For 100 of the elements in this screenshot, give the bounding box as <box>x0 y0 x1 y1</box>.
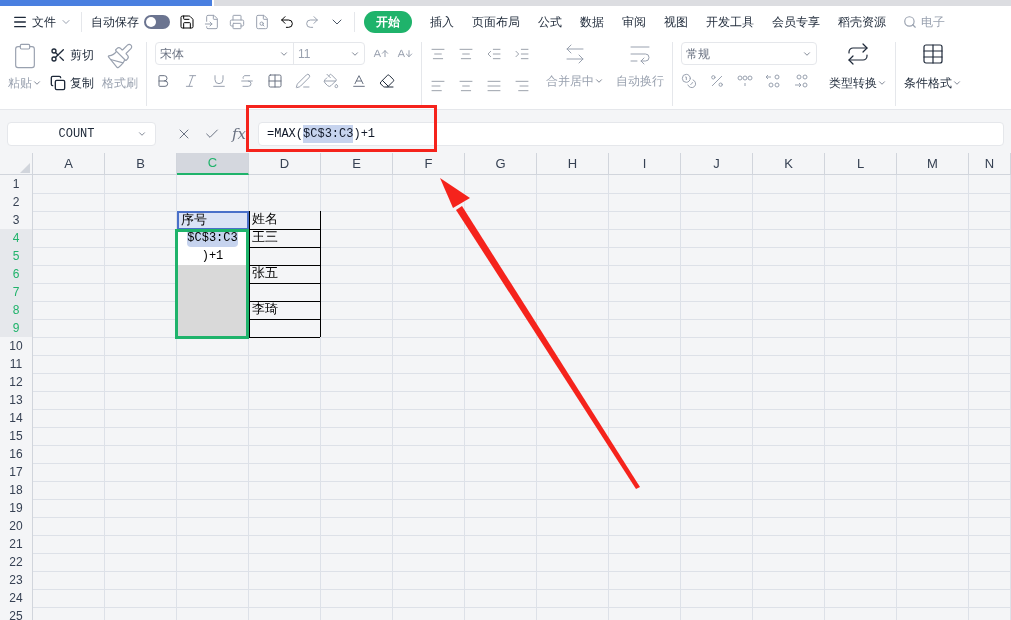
name-box[interactable]: COUNT <box>7 122 156 146</box>
ribbon-tab[interactable]: 审阅 <box>622 11 646 33</box>
grid-cell <box>321 193 393 212</box>
grid-cell <box>537 301 609 320</box>
ribbon-tab[interactable]: 公式 <box>538 11 562 33</box>
currency-icon[interactable] <box>681 73 697 89</box>
grid-cell <box>33 319 105 338</box>
column-header[interactable]: K <box>753 153 825 175</box>
percent-icon[interactable] <box>709 73 725 89</box>
strikethrough-icon[interactable] <box>239 73 255 89</box>
borders-icon[interactable] <box>267 73 283 89</box>
export-icon[interactable] <box>204 14 220 30</box>
grid-cell <box>249 337 321 356</box>
cut-button[interactable]: 剪切 <box>50 46 94 64</box>
grid-cell <box>465 175 537 194</box>
align-top-icon[interactable] <box>430 46 446 62</box>
autosave-label: 自动保存 <box>91 14 139 31</box>
grid-cell <box>105 337 177 356</box>
column-header[interactable]: A <box>33 153 105 175</box>
column-header[interactable]: L <box>825 153 897 175</box>
decrease-decimal-icon[interactable] <box>793 73 809 89</box>
grid-cell <box>537 445 609 464</box>
grid-cell <box>465 337 537 356</box>
fill-color-icon[interactable] <box>323 73 339 89</box>
save-icon[interactable] <box>179 14 195 30</box>
indent-decrease-icon[interactable] <box>486 46 502 62</box>
insert-function-button[interactable]: fx <box>232 122 246 146</box>
bold-icon[interactable] <box>155 73 171 89</box>
undo-icon[interactable] <box>279 14 295 30</box>
indent-increase-icon[interactable] <box>514 46 530 62</box>
underline-icon[interactable] <box>211 73 227 89</box>
grid-cell <box>33 589 105 608</box>
table-cell: 王三 <box>249 229 321 248</box>
row-header[interactable]: 25 <box>0 607 33 620</box>
column-header[interactable]: M <box>897 153 969 175</box>
ribbon-tab[interactable]: 稻壳资源 <box>838 11 886 33</box>
ribbon-tab[interactable]: 视图 <box>664 11 688 33</box>
grid-cell <box>33 535 105 554</box>
ribbon-tab[interactable]: 数据 <box>580 11 604 33</box>
table-cell: 张五 <box>249 265 321 284</box>
column-header[interactable]: D <box>249 153 321 175</box>
file-label: 文件 <box>32 14 56 31</box>
align-left-icon[interactable] <box>430 78 446 94</box>
caret-icon <box>32 78 42 88</box>
redo-icon[interactable] <box>304 14 320 30</box>
column-header[interactable]: G <box>465 153 537 175</box>
table-cell: 李琦 <box>249 301 321 320</box>
brush-icon <box>106 42 134 70</box>
grid-cell <box>609 175 681 194</box>
grid-cell <box>321 301 393 320</box>
caret-icon <box>952 78 962 88</box>
search-icon <box>903 15 917 29</box>
print-icon[interactable] <box>229 14 245 30</box>
italic-icon[interactable] <box>183 73 199 89</box>
grid-cell <box>33 463 105 482</box>
grid-cell <box>753 175 825 194</box>
grid-cell <box>33 175 105 194</box>
column-header[interactable]: F <box>393 153 465 175</box>
thousands-icon[interactable] <box>737 73 753 89</box>
conditional-format-button[interactable]: 条件格式 <box>904 42 962 92</box>
table-cell: 姓名 <box>249 211 321 230</box>
column-header[interactable]: J <box>681 153 753 175</box>
grid-cell <box>33 265 105 284</box>
align-middle-icon[interactable] <box>458 46 474 62</box>
file-menu[interactable]: 文件 <box>12 13 72 31</box>
pen-icon[interactable] <box>295 73 311 89</box>
grid-cell <box>321 283 393 302</box>
ribbon-tab[interactable]: 会员专享 <box>772 11 820 33</box>
grid-cell <box>33 193 105 212</box>
distribute-icon[interactable] <box>514 78 530 94</box>
grid-cell <box>33 391 105 410</box>
grid-cell <box>105 193 177 212</box>
copy-button[interactable]: 复制 <box>50 74 94 92</box>
copy-icon <box>50 75 66 91</box>
grid-cell <box>321 211 393 230</box>
font-color-icon[interactable] <box>351 73 367 89</box>
ribbon-tab[interactable]: 页面布局 <box>472 11 520 33</box>
column-header[interactable]: N <box>969 153 1011 175</box>
justify-icon[interactable] <box>486 78 502 94</box>
column-header[interactable]: E <box>321 153 393 175</box>
grid-cell <box>33 229 105 248</box>
type-convert-button[interactable]: 类型转换 <box>829 42 887 92</box>
ribbon-tab[interactable]: 开发工具 <box>706 11 754 33</box>
align-center-icon[interactable] <box>458 78 474 94</box>
grid-cell <box>33 517 105 536</box>
number-format-field[interactable]: 常规 <box>681 42 817 65</box>
grid-cell <box>681 175 753 194</box>
caret-icon <box>594 76 604 86</box>
formula-field[interactable]: =MAX($C$3:C3)+1 <box>258 122 1004 146</box>
increase-decimal-icon[interactable] <box>765 73 781 89</box>
ribbon-tab[interactable]: 插入 <box>430 11 454 33</box>
grid-cell <box>321 319 393 338</box>
column-header[interactable]: H <box>537 153 609 175</box>
preview-icon[interactable] <box>254 14 270 30</box>
autosave-toggle[interactable] <box>144 15 170 29</box>
grid-cell <box>33 355 105 374</box>
eraser-icon[interactable] <box>379 73 395 89</box>
grid-cell <box>105 175 177 194</box>
scissors-icon <box>50 47 66 63</box>
column-header[interactable]: I <box>609 153 681 175</box>
